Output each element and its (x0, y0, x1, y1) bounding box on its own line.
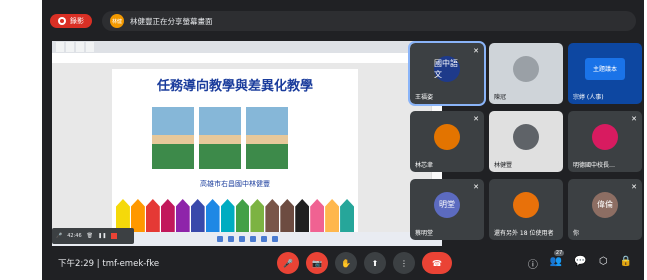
screen-share-controls: 🎤 42:46 🗑 ❚❚ (52, 228, 134, 244)
participant-name: 還有另外 18 位使用者 (494, 230, 554, 237)
mic-off-icon: ✕ (473, 115, 479, 123)
participant-name: 陳冠 (494, 94, 507, 101)
participant-name: 林芯聿 (415, 162, 434, 169)
taskbar-icon[interactable] (216, 236, 223, 242)
participant-tile[interactable]: 林健豐 (489, 111, 563, 172)
pause-icon[interactable]: ❚❚ (98, 233, 106, 239)
participant-avatar: 國中語文 (434, 55, 460, 82)
participant-avatar (592, 123, 618, 150)
participant-video: 主題議本 (585, 57, 625, 80)
mic-off-icon: ✕ (473, 183, 479, 191)
chat-icon[interactable]: 💬 (574, 256, 586, 271)
more-options-button[interactable]: ⋮ (393, 252, 415, 274)
shared-screen: 任務導向教學與差異化教學 高雄市右昌國中林健豐 (52, 41, 442, 246)
slide-subtitle: 高雄市右昌國中林健豐 (200, 180, 270, 188)
participant-avatar: 明堂 (434, 191, 460, 218)
participant-name: 林健豐 (494, 162, 513, 169)
presenter-banner-text: 林健豐正在分享螢幕畫面 (130, 16, 213, 26)
mic-off-icon: ✕ (631, 115, 637, 123)
presenter-banner: 林健 林健豐正在分享螢幕畫面 (102, 11, 636, 31)
top-bar: 錄影 林健 林健豐正在分享螢幕畫面 (50, 10, 636, 32)
people-icon[interactable]: 27 👥 (550, 249, 565, 271)
pencils-image (112, 193, 358, 233)
participant-tile[interactable]: ✕ 林芯聿 (410, 111, 484, 172)
current-time: 下午2:29 (58, 259, 95, 269)
host-controls-icon[interactable]: 🔒 (620, 256, 632, 271)
browser-tab[interactable] (56, 42, 64, 52)
browser-tab[interactable] (76, 42, 84, 52)
participant-video (513, 123, 539, 150)
record-icon (58, 17, 66, 25)
participant-name: 你 (573, 230, 580, 237)
participant-tile[interactable]: ✕ 明德國中校長… (568, 111, 642, 172)
meeting-code: tmf-emek-fke (102, 259, 160, 269)
trash-icon[interactable]: 🗑 (87, 233, 93, 239)
participant-name: 王福姿 (415, 94, 434, 101)
taskbar-icon[interactable] (238, 236, 245, 242)
raise-hand-button[interactable]: ✋ (335, 252, 357, 274)
share-timer: 42:46 (67, 233, 82, 239)
slide-photo (152, 107, 194, 169)
participant-name: 蔡明堂 (415, 230, 434, 237)
browser-tabs (52, 41, 442, 53)
slide-viewer: 任務導向教學與差異化教學 高雄市右昌國中林健豐 (52, 63, 442, 233)
mic-off-icon: ✕ (473, 47, 479, 55)
side-panel-buttons: ⓘ 27 👥 💬 ⬡ 🔒 (528, 249, 632, 271)
participant-tile[interactable]: 主題議本 宗婷 (人事) (568, 43, 642, 104)
slide-title: 任務導向教學與差異化教學 (156, 79, 313, 94)
taskbar-icon[interactable] (260, 236, 267, 242)
participant-name: 宗婷 (人事) (573, 94, 604, 101)
mic-off-icon: ✕ (631, 183, 637, 191)
participant-count-badge: 27 (553, 249, 565, 256)
recording-label: 錄影 (70, 17, 84, 25)
recording-indicator[interactable]: 錄影 (50, 14, 92, 28)
participant-avatar (513, 191, 539, 218)
more-participants-tile[interactable]: 還有另外 18 位使用者 (489, 179, 563, 240)
present-button[interactable]: ⬆ (364, 252, 386, 274)
taskbar-icon[interactable] (271, 236, 278, 242)
browser-tab[interactable] (66, 42, 74, 52)
stop-icon[interactable] (111, 233, 118, 239)
meet-window: 錄影 林健 林健豐正在分享螢幕畫面 任務導向教學與差異化教學 高雄市右昌國中林健… (42, 0, 644, 280)
presenter-avatar: 林健 (110, 14, 124, 28)
camera-toggle-button[interactable]: 📷 (306, 252, 328, 274)
participant-tile[interactable]: 國中語文 ✕ 王福姿 (408, 41, 486, 106)
participant-tile[interactable]: 明堂 ✕ 蔡明堂 (410, 179, 484, 240)
leave-call-button[interactable]: ☎ (422, 252, 452, 274)
slide-photo (246, 107, 288, 169)
bottom-bar: 下午2:29 | tmf-emek-fke 🎤 📷 ✋ ⬆ ⋮ ☎ ⓘ 27 👥 … (42, 246, 644, 280)
info-icon[interactable]: ⓘ (528, 256, 538, 271)
participant-avatar: 偉倫 (592, 191, 618, 218)
participant-tile[interactable]: 陳冠 (489, 43, 563, 104)
browser-tab[interactable] (86, 42, 94, 52)
participant-name: 明德國中校長… (573, 162, 616, 169)
taskbar-icon[interactable] (249, 236, 256, 242)
meeting-info: 下午2:29 | tmf-emek-fke (58, 259, 160, 269)
participant-avatar (434, 123, 460, 150)
taskbar-icon[interactable] (227, 236, 234, 242)
meeting-controls: 🎤 📷 ✋ ⬆ ⋮ ☎ (277, 252, 452, 274)
mic-toggle-button[interactable]: 🎤 (277, 252, 299, 274)
mic-icon[interactable]: 🎤 (56, 233, 62, 239)
participant-tile[interactable]: 偉倫 ✕ 你 (568, 179, 642, 240)
slide-photo (199, 107, 241, 169)
participant-video (513, 55, 539, 82)
activities-icon[interactable]: ⬡ (599, 256, 608, 271)
presentation-slide: 任務導向教學與差異化教學 高雄市右昌國中林健豐 (112, 69, 358, 233)
